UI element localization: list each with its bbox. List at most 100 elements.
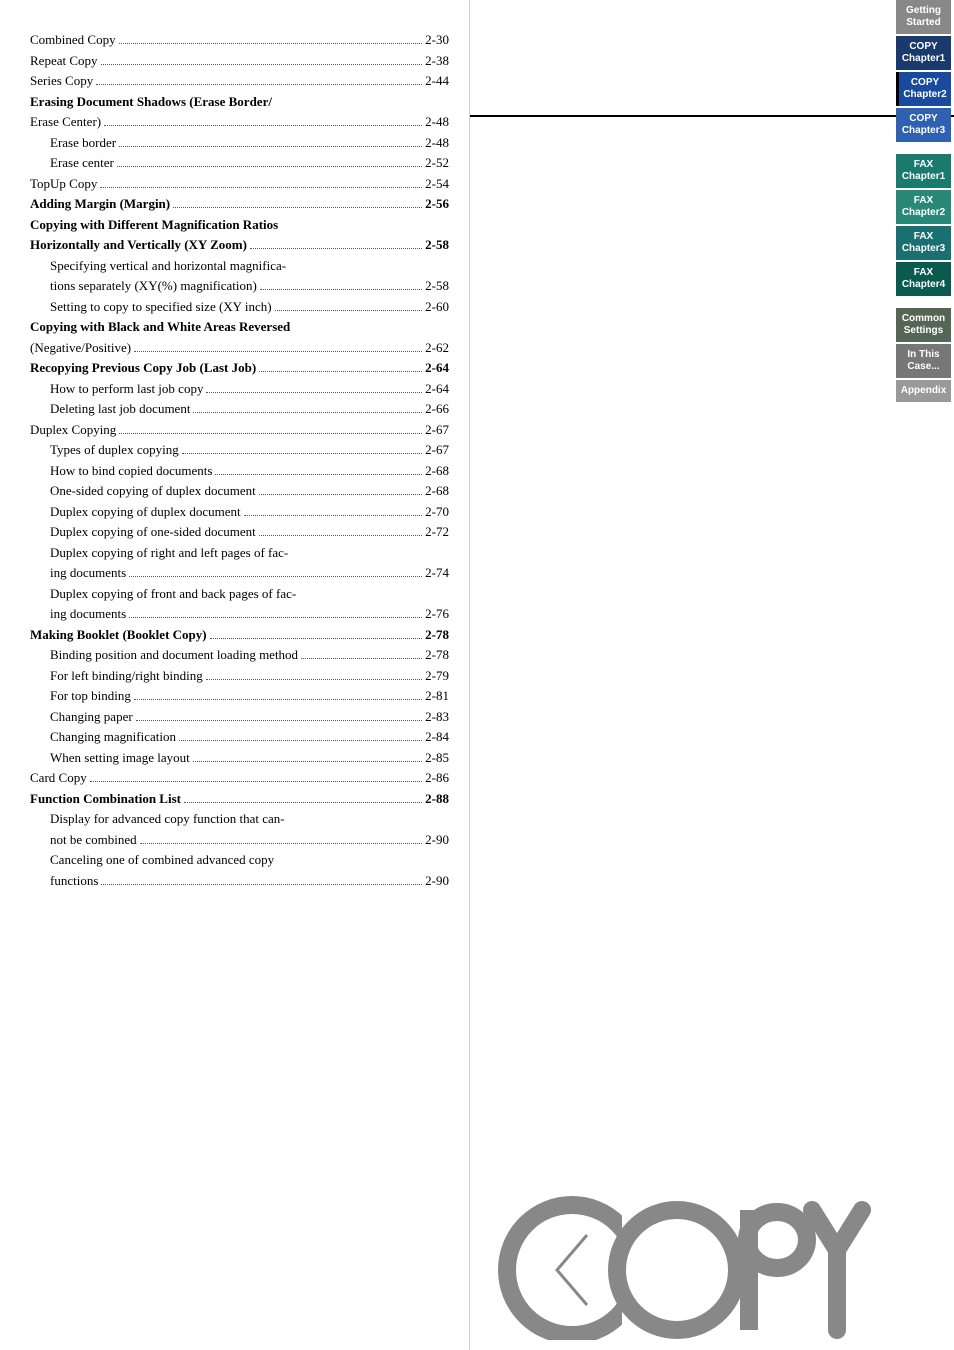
toc-title: Function Combination List [30, 789, 181, 809]
chapter-title [490, 20, 934, 105]
copy-logo [492, 1140, 872, 1340]
toc-title: Recopying Previous Copy Job (Last Job) [30, 358, 256, 378]
toc-entry: Making Booklet (Booklet Copy)2-78 [30, 625, 449, 645]
toc-entry: Series Copy 2-44 [30, 71, 449, 91]
toc-page: 2-67 [425, 420, 449, 440]
toc-dots [100, 187, 422, 188]
toc-title: For left binding/right binding [50, 666, 203, 686]
toc-page: 2-79 [425, 666, 449, 686]
right-panel: GettingStartedCOPYChapter1COPYChapter2CO… [470, 0, 954, 1350]
toc-dots [117, 166, 422, 167]
toc-page: 2-48 [425, 112, 449, 132]
toc-entry: How to bind copied documents2-68 [30, 461, 449, 481]
toc-dots [119, 146, 422, 147]
toc-dots [119, 433, 422, 434]
nav-tab-fax-chapter3[interactable]: FAXChapter3 [896, 226, 951, 260]
toc-entry: Recopying Previous Copy Job (Last Job) 2-… [30, 358, 449, 378]
toc-entry: Display for advanced copy function that … [30, 809, 449, 829]
toc-page: 2-54 [425, 174, 449, 194]
copy-image-area [470, 1130, 894, 1350]
toc-title: Duplex Copying [30, 420, 116, 440]
toc-dots [134, 699, 422, 700]
toc-dots [136, 720, 422, 721]
toc-dots [140, 843, 423, 844]
toc-title: Copying with Different Magnification Rat… [30, 215, 449, 235]
toc-entry: Adding Margin (Margin)2-56 [30, 194, 449, 214]
toc-title: Display for advanced copy function that … [50, 809, 449, 829]
toc-entry: Horizontally and Vertically (XY Zoom) 2-5… [30, 235, 449, 255]
toc-dots [184, 802, 422, 803]
toc-title: ing documents [50, 604, 126, 624]
toc-title: For top binding [50, 686, 131, 706]
toc-page: 2-70 [425, 502, 449, 522]
toc-dots [210, 638, 423, 639]
toc-page: 2-81 [425, 686, 449, 706]
toc-page: 2-72 [425, 522, 449, 542]
nav-tab-fax-chapter4[interactable]: FAXChapter4 [896, 262, 951, 296]
toc-title: Copying with Black and White Areas Rever… [30, 317, 449, 337]
toc-dots [215, 474, 422, 475]
toc-dots [182, 453, 422, 454]
toc-title: tions separately (XY(%) magnification) [50, 276, 257, 296]
toc-entry: Erase border2-48 [30, 133, 449, 153]
toc-entry: Repeat Copy2-38 [30, 51, 449, 71]
toc-title: (Negative/Positive) [30, 338, 131, 358]
toc-title: Horizontally and Vertically (XY Zoom) [30, 235, 247, 255]
nav-tab-in-this-case[interactable]: In ThisCase... [896, 344, 951, 378]
toc-title: Changing paper [50, 707, 133, 727]
toc-entry: TopUp Copy2-54 [30, 174, 449, 194]
toc-title: ing documents [50, 563, 126, 583]
toc-page: 2-90 [425, 830, 449, 850]
toc-page: 2-58 [425, 276, 449, 296]
toc-entry: Card Copy2-86 [30, 768, 449, 788]
toc-title: Duplex copying of one-sided document [50, 522, 256, 542]
toc-dots [301, 658, 422, 659]
toc-entry: Types of duplex copying 2-67 [30, 440, 449, 460]
toc-title: Erase center [50, 153, 114, 173]
toc-page: 2-78 [425, 645, 449, 665]
nav-tab-common-settings[interactable]: CommonSettings [896, 308, 951, 342]
toc-title: Repeat Copy [30, 51, 98, 71]
toc-page: 2-86 [425, 768, 449, 788]
nav-tab-copy-chapter3[interactable]: COPYChapter3 [896, 108, 951, 142]
nav-tab-appendix[interactable]: Appendix [896, 380, 951, 402]
toc-page: 2-68 [425, 461, 449, 481]
nav-tab-getting-started[interactable]: GettingStarted [896, 0, 951, 34]
toc-dots [90, 781, 422, 782]
toc-entry: functions2-90 [30, 871, 449, 891]
toc-page: 2-85 [425, 748, 449, 768]
toc-entry: not be combined 2-90 [30, 830, 449, 850]
toc-dots [101, 884, 422, 885]
copy-logo-svg [492, 1140, 872, 1340]
toc-title: not be combined [50, 830, 137, 850]
toc-entry: How to perform last job copy2-64 [30, 379, 449, 399]
toc-entry: Duplex Copying 2-67 [30, 420, 449, 440]
toc-page: 2-67 [425, 440, 449, 460]
toc-entry: Erase Center)2-48 [30, 112, 449, 132]
toc-dots [179, 740, 422, 741]
toc-panel: Combined Copy2-30Repeat Copy2-38Series C… [0, 0, 470, 1350]
toc-entry: Deleting last job document2-66 [30, 399, 449, 419]
nav-tab-fax-chapter2[interactable]: FAXChapter2 [896, 190, 951, 224]
toc-entry: When setting image layout2-85 [30, 748, 449, 768]
nav-tab-copy-chapter2[interactable]: COPYChapter2 [896, 72, 951, 106]
toc-entry: Copying with Black and White Areas Rever… [30, 317, 449, 337]
toc-title: Canceling one of combined advanced copy [50, 850, 449, 870]
toc-page: 2-62 [425, 338, 449, 358]
toc-entry: Erasing Document Shadows (Erase Border/ [30, 92, 449, 112]
toc-entry: Setting to copy to specified size (XY in… [30, 297, 449, 317]
toc-entry: (Negative/Positive) 2-62 [30, 338, 449, 358]
toc-page: 2-58 [425, 235, 449, 255]
toc-page: 2-44 [425, 71, 449, 91]
toc-dots [119, 43, 423, 44]
toc-dots [206, 392, 422, 393]
toc-page: 2-64 [425, 358, 449, 378]
nav-tab-fax-chapter1[interactable]: FAXChapter1 [896, 154, 951, 188]
toc-entry: Duplex copying of one-sided document 2-72 [30, 522, 449, 542]
toc-page: 2-64 [425, 379, 449, 399]
toc-title: Duplex copying of front and back pages o… [50, 584, 449, 604]
nav-tab-copy-chapter1[interactable]: COPYChapter1 [896, 36, 951, 70]
toc-title: Series Copy [30, 71, 93, 91]
toc-title: Types of duplex copying [50, 440, 179, 460]
toc-entry: Duplex copying of right and left pages o… [30, 543, 449, 563]
